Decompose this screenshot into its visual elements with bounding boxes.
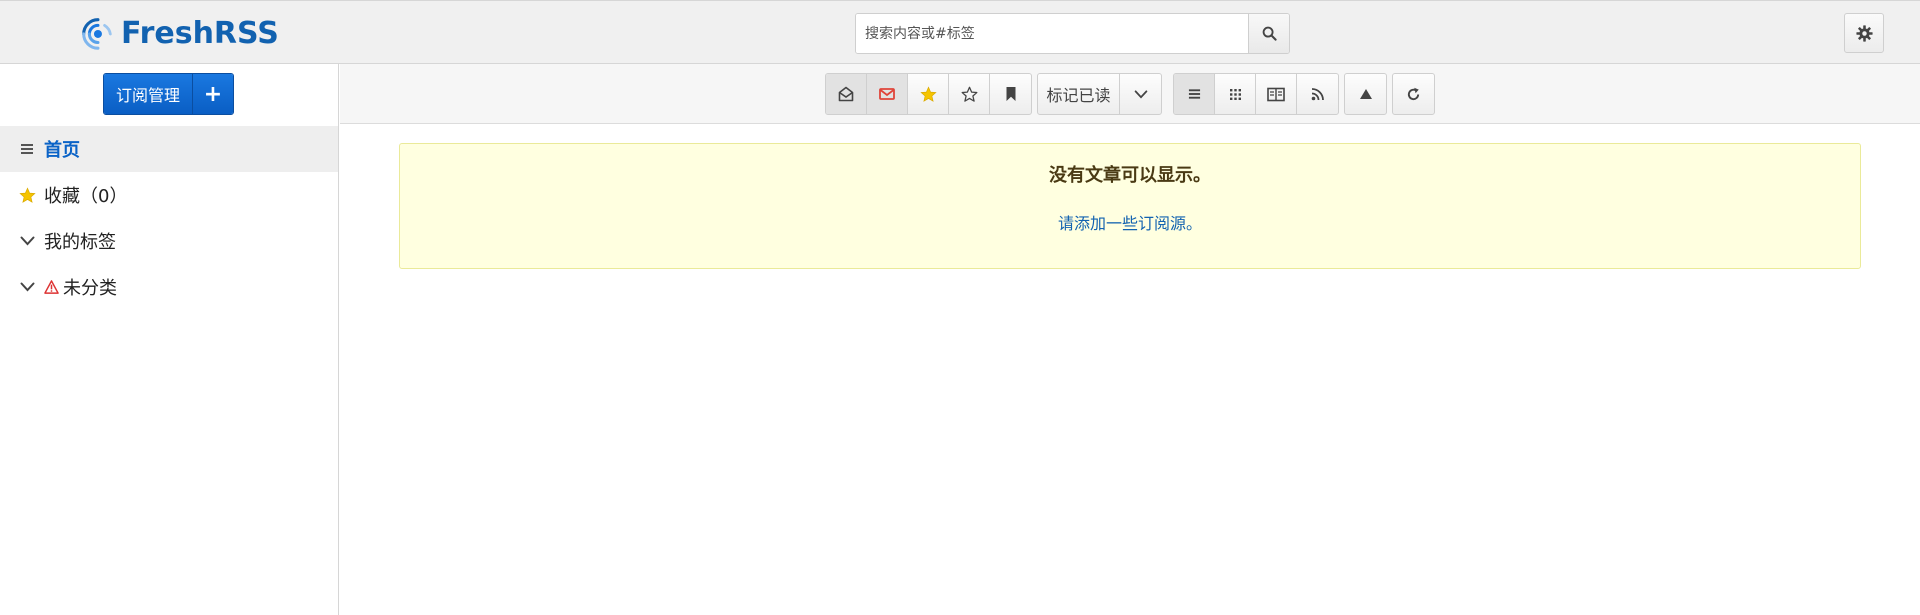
sidebar-item-label: 未分类 — [63, 278, 117, 299]
bookmark-icon — [1006, 87, 1015, 101]
reader-view-icon — [1267, 87, 1285, 101]
chevron-down-icon[interactable] — [18, 232, 36, 250]
filter-button-group — [825, 73, 1032, 115]
star-icon — [18, 186, 36, 204]
starred-icon — [919, 85, 937, 102]
reader-view-button[interactable] — [1256, 74, 1297, 114]
warning-icon — [44, 280, 59, 294]
sidebar-item-home[interactable]: 首页 — [0, 126, 338, 172]
mark-read-button[interactable]: 标记已读 — [1038, 74, 1120, 114]
rss-view-button[interactable] — [1297, 74, 1338, 114]
add-feed-button[interactable]: + — [193, 74, 233, 114]
filter-starred-button[interactable] — [908, 74, 949, 114]
search-icon — [1262, 26, 1277, 41]
rss-icon — [1311, 88, 1324, 101]
refresh-button-group — [1392, 73, 1435, 115]
filter-unstarred-button[interactable] — [949, 74, 990, 114]
sidebar-item-label: 首页 — [44, 140, 80, 161]
chevron-down-icon[interactable] — [18, 278, 36, 296]
sidebar-item-uncategorized[interactable]: 未分类 — [0, 264, 338, 310]
filter-bookmark-button[interactable] — [990, 74, 1031, 114]
article-toolbar: 标记已读 — [340, 64, 1920, 124]
global-view-button[interactable] — [1215, 74, 1256, 114]
gear-icon — [1855, 24, 1873, 42]
filter-read-button[interactable] — [826, 74, 867, 114]
search-button[interactable] — [1248, 14, 1289, 53]
triangle-up-icon — [1359, 89, 1372, 99]
settings-button[interactable] — [1844, 13, 1884, 53]
notice-title: 没有文章可以显示。 — [1049, 165, 1211, 186]
list-icon — [18, 140, 36, 158]
read-envelope-icon — [838, 86, 854, 102]
sidebar-item-label: 我的标签 — [44, 232, 116, 253]
chevron-down-icon — [1134, 89, 1147, 99]
refresh-icon — [1407, 87, 1420, 100]
normal-view-button[interactable] — [1174, 74, 1215, 114]
sidebar-item-my-labels[interactable]: 我的标签 — [0, 218, 338, 264]
sidebar-item-favorites[interactable]: 收藏（0） — [0, 172, 338, 218]
search-box — [855, 13, 1290, 54]
normal-view-icon — [1188, 89, 1200, 99]
header-bar: FreshRSS — [0, 0, 1920, 64]
view-mode-button-group — [1173, 73, 1339, 115]
scroll-top-button[interactable] — [1345, 74, 1386, 114]
unread-envelope-icon — [879, 88, 895, 100]
mark-read-button-group: 标记已读 — [1037, 73, 1162, 115]
subscription-button-group: 订阅管理 + — [103, 73, 234, 115]
sidebar: 订阅管理 + 首页 收藏（0） 我的标签 未分类 — [0, 64, 339, 615]
mark-read-dropdown-button[interactable] — [1120, 74, 1161, 114]
filter-unread-button[interactable] — [867, 74, 908, 114]
sidebar-item-label: 收藏（0） — [44, 186, 128, 207]
add-feeds-link[interactable]: 请添加一些订阅源。 — [400, 210, 1860, 234]
search-input[interactable] — [856, 14, 1248, 53]
freshrss-logo-icon — [82, 18, 112, 50]
subscription-management-button[interactable]: 订阅管理 — [104, 74, 193, 114]
global-view-icon — [1229, 88, 1241, 100]
refresh-button[interactable] — [1393, 74, 1434, 114]
unstarred-icon — [961, 86, 977, 102]
app-logo[interactable]: FreshRSS — [78, 14, 279, 52]
empty-notice: 没有文章可以显示。 请添加一些订阅源。 — [399, 143, 1861, 269]
scroll-top-button-group — [1344, 73, 1387, 115]
app-name: FreshRSS — [121, 15, 279, 51]
sidebar-nav: 首页 收藏（0） 我的标签 未分类 — [0, 126, 338, 310]
